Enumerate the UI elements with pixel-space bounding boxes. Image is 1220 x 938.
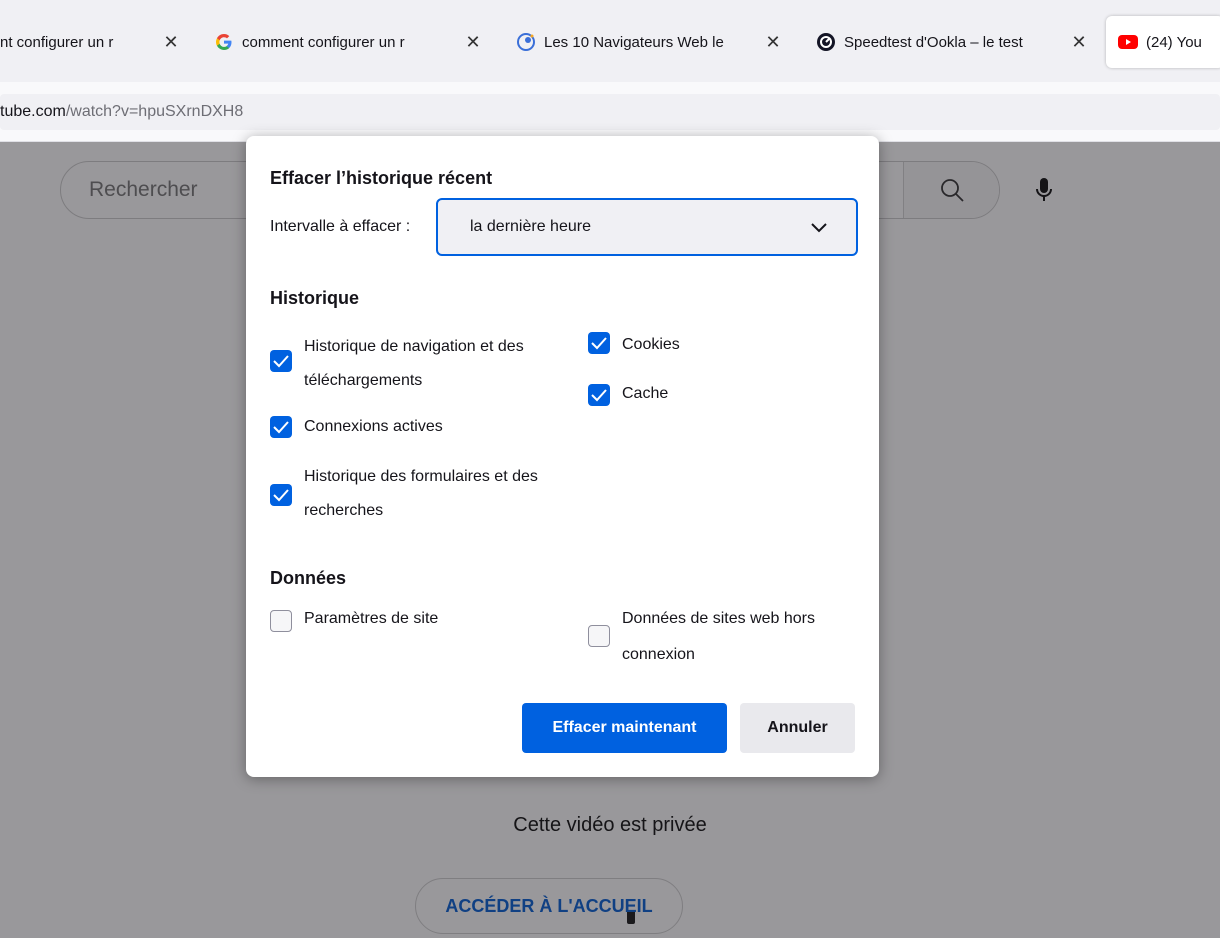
tab-strip: nt configurer un r ✕ comment configurer … <box>0 0 1220 82</box>
data-heading: Données <box>270 568 347 588</box>
checkmark-icon <box>591 337 607 350</box>
dialog-title: Effacer l’historique récent <box>270 168 493 188</box>
tab-title: (24) You <box>1146 33 1202 51</box>
offline-data-checkbox[interactable] <box>588 625 610 647</box>
site-settings-checkbox[interactable] <box>270 610 292 632</box>
form-history-label-2: recherches <box>304 502 384 519</box>
form-history-checkbox[interactable] <box>270 484 292 506</box>
checkmark-icon <box>591 389 607 402</box>
google-icon <box>214 32 234 52</box>
tab-title: Les 10 Navigateurs Web le <box>544 33 724 51</box>
cookies-checkbox[interactable] <box>588 332 610 354</box>
history-navigation-label-1: Historique de navigation et des <box>304 338 524 355</box>
offline-data-label-1: Données de sites web hors <box>622 610 815 627</box>
active-connections-checkbox[interactable] <box>270 416 292 438</box>
speedtest-icon <box>816 32 836 52</box>
checkmark-icon <box>273 489 289 502</box>
history-heading: Historique <box>270 288 360 308</box>
tab-speedtest[interactable]: Speedtest d'Ookla – le test ✕ <box>816 22 1090 62</box>
interval-select[interactable]: la dernière heure <box>436 198 858 256</box>
clear-now-button[interactable]: Effacer maintenant <box>522 703 727 753</box>
navigation-bar: tube.com/watch?v=hpuSXrnDXH8 <box>0 82 1220 142</box>
tab-youtube-active[interactable]: (24) You <box>1106 16 1220 68</box>
tab-google-search[interactable]: comment configurer un r ✕ <box>214 22 484 62</box>
form-history-label-1: Historique des formulaires et des <box>304 468 538 485</box>
site-settings-label: Paramètres de site <box>304 610 439 627</box>
tab-title: nt configurer un r <box>0 33 114 51</box>
close-icon[interactable]: ✕ <box>464 32 482 53</box>
history-navigation-label-2: téléchargements <box>304 372 423 389</box>
url-path: /watch?v=hpuSXrnDXH8 <box>65 103 244 120</box>
url-host: tube.com <box>0 103 66 120</box>
offline-data-label-2: connexion <box>622 646 695 663</box>
interval-value: la dernière heure <box>470 218 591 235</box>
tab-configurer-1[interactable]: nt configurer un r ✕ <box>0 22 190 62</box>
cache-checkbox[interactable] <box>588 384 610 406</box>
youtube-icon <box>1118 32 1138 52</box>
cancel-button[interactable]: Annuler <box>740 703 855 753</box>
history-navigation-checkbox[interactable] <box>270 350 292 372</box>
close-icon[interactable]: ✕ <box>162 32 180 53</box>
close-icon[interactable]: ✕ <box>764 32 782 53</box>
clear-history-dialog: Effacer l’historique récent Intervalle à… <box>246 136 879 777</box>
active-connections-label: Connexions actives <box>304 418 443 435</box>
checkmark-icon <box>273 421 289 434</box>
checkmark-icon <box>273 355 289 368</box>
tab-navigateurs[interactable]: Les 10 Navigateurs Web le ✕ <box>516 22 784 62</box>
url-bar[interactable]: tube.com/watch?v=hpuSXrnDXH8 <box>0 94 1220 130</box>
chevron-down-icon <box>811 223 827 233</box>
browser-icon <box>516 32 536 52</box>
tab-title: comment configurer un r <box>242 33 405 51</box>
interval-label: Intervalle à effacer : <box>270 218 411 235</box>
cache-label: Cache <box>622 385 669 402</box>
close-icon[interactable]: ✕ <box>1070 32 1088 53</box>
cookies-label: Cookies <box>622 336 680 353</box>
tab-title: Speedtest d'Ookla – le test <box>844 33 1023 51</box>
